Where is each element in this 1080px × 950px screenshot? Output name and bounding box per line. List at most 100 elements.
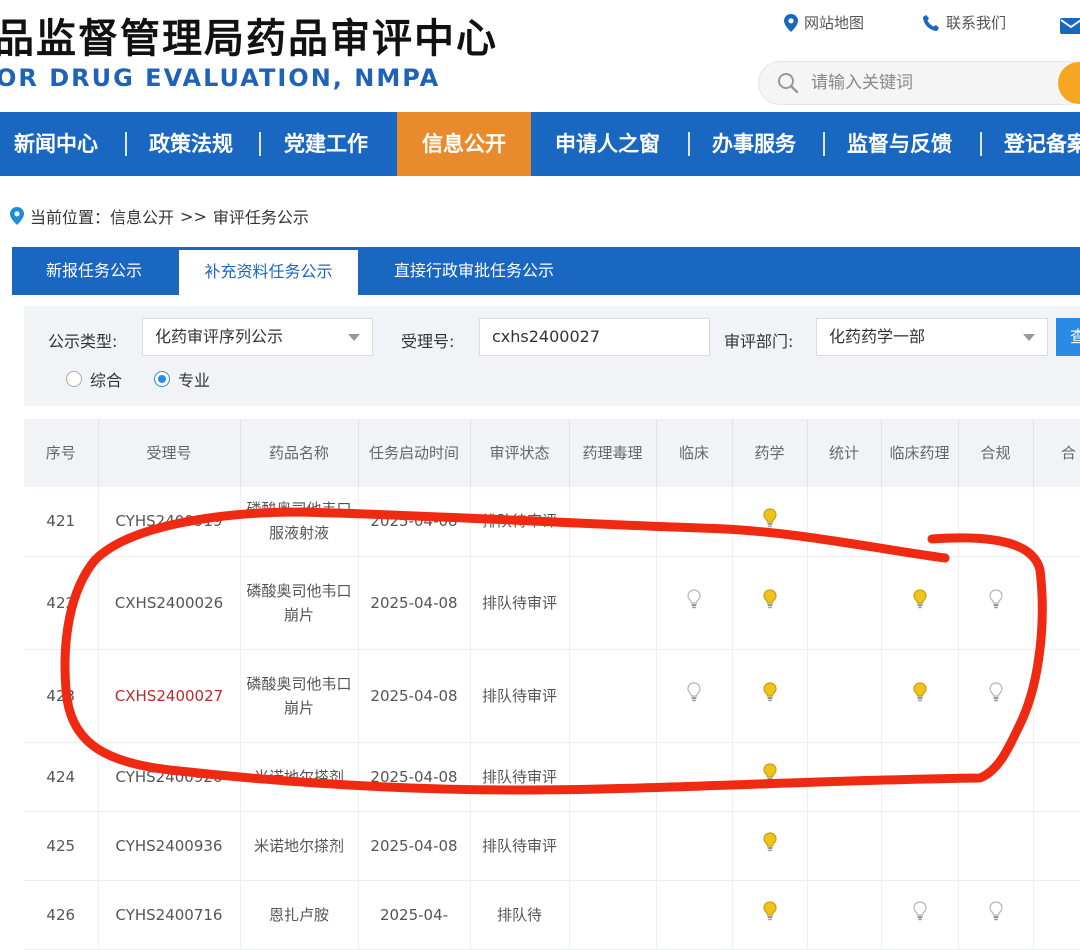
nav-item-info-public[interactable]: 信息公开 bbox=[397, 112, 531, 176]
breadcrumb-separator: >> bbox=[180, 206, 207, 226]
cell-clinical bbox=[656, 649, 733, 743]
lightbulb-on-icon bbox=[762, 763, 777, 790]
cell-drug-name: 恩扎卢胺 bbox=[240, 880, 359, 950]
col-header-no: 序号 bbox=[24, 419, 99, 487]
cell-extra bbox=[1033, 742, 1080, 812]
site-title-cn: 品监督管理局药品审评中心 bbox=[0, 16, 498, 62]
cell-start-time: 2025-04-08 bbox=[358, 742, 471, 812]
col-header-start-time: 任务启动时间 bbox=[358, 419, 471, 487]
cell-accept-no[interactable]: CYHS2400936 bbox=[98, 811, 241, 881]
col-header-status: 审评状态 bbox=[470, 419, 570, 487]
cell-drug-name: 米诺地尔搽剂 bbox=[240, 742, 359, 812]
nav-divider bbox=[688, 132, 690, 156]
nav-divider bbox=[823, 132, 825, 156]
nav-item-policy[interactable]: 政策法规 bbox=[149, 112, 233, 176]
lightbulb-on-icon bbox=[762, 832, 777, 859]
cell-no: 425 bbox=[24, 811, 99, 881]
cell-compliance bbox=[958, 880, 1034, 950]
breadcrumb: 当前位置： 信息公开 >> 审评任务公示 bbox=[10, 204, 309, 228]
sitemap-link[interactable]: 网站地图 bbox=[784, 12, 864, 33]
breadcrumb-current: 审评任务公示 bbox=[212, 208, 309, 227]
cell-statistics bbox=[807, 556, 882, 650]
chevron-down-icon bbox=[1023, 334, 1035, 341]
radio-general-label: 综合 bbox=[90, 371, 123, 390]
table-row: 425 CYHS2400936 米诺地尔搽剂 2025-04-08 排队待审评 bbox=[24, 811, 1080, 881]
cell-pharmacy bbox=[732, 880, 808, 950]
table-row: 424 CYHS2400926 米诺地尔搽剂 2025-04-08 排队待审评 bbox=[24, 742, 1080, 812]
contact-link[interactable]: 联系我们 bbox=[922, 12, 1006, 33]
type-select[interactable]: 化药审评序列公示 bbox=[142, 318, 373, 356]
cell-extra bbox=[1033, 649, 1080, 743]
cell-compliance bbox=[958, 487, 1034, 557]
radio-general[interactable]: 综合 bbox=[66, 367, 122, 391]
cell-compliance bbox=[958, 742, 1034, 812]
nav-item-applicant[interactable]: 申请人之窗 bbox=[555, 112, 660, 176]
breadcrumb-info-public[interactable]: 信息公开 bbox=[110, 204, 174, 228]
sitemap-label: 网站地图 bbox=[804, 14, 865, 32]
cell-no: 421 bbox=[24, 487, 99, 557]
cell-extra bbox=[1033, 811, 1080, 881]
type-label: 公示类型: bbox=[48, 332, 118, 351]
col-header-pharmacy: 药学 bbox=[732, 419, 808, 487]
tab-new-submission[interactable]: 新报任务公示 bbox=[46, 247, 142, 295]
radio-special[interactable]: 专业 bbox=[154, 367, 210, 391]
lightbulb-off-icon bbox=[988, 589, 1003, 616]
cell-accept-no[interactable]: CYHS2400919 bbox=[98, 487, 241, 557]
cell-accept-no[interactable]: CXHS2400027 bbox=[98, 649, 241, 743]
cell-start-time: 2025-04-08 bbox=[358, 487, 471, 557]
site-title-en: OR DRUG EVALUATION, NMPA bbox=[0, 64, 441, 92]
cell-pharm-tox bbox=[569, 487, 657, 557]
cell-no: 426 bbox=[24, 880, 99, 950]
lightbulb-on-icon bbox=[912, 682, 927, 709]
dept-label: 审评部门: bbox=[724, 332, 794, 351]
table-header-row: 序号 受理号 药品名称 任务启动时间 审评状态 药理毒理 临床 药学 统计 临床… bbox=[24, 419, 1080, 487]
cell-extra bbox=[1033, 880, 1080, 950]
cell-status: 排队待 bbox=[470, 880, 570, 950]
lightbulb-off-icon bbox=[687, 682, 701, 709]
query-button[interactable]: 查 bbox=[1056, 318, 1080, 356]
nav-divider bbox=[259, 132, 261, 156]
cell-accept-no[interactable]: CYHS2400926 bbox=[98, 742, 241, 812]
cell-status: 排队待审评 bbox=[470, 556, 570, 650]
col-header-statistics: 统计 bbox=[807, 419, 882, 487]
mail-icon[interactable] bbox=[1060, 18, 1080, 34]
cell-accept-no[interactable]: CXHS2400026 bbox=[98, 556, 241, 650]
col-header-compliance: 合规 bbox=[958, 419, 1034, 487]
nav-item-news[interactable]: 新闻中心 bbox=[14, 112, 98, 176]
lightbulb-on-icon bbox=[912, 589, 927, 616]
search-input[interactable] bbox=[809, 62, 1053, 104]
cell-drug-name: 磷酸奥司他韦口崩片 bbox=[240, 649, 359, 743]
cell-no: 423 bbox=[24, 649, 99, 743]
cell-clin-pharm bbox=[881, 742, 959, 812]
cell-statistics bbox=[807, 649, 882, 743]
cell-drug-name: 磷酸奥司他韦口崩片 bbox=[240, 556, 359, 650]
dept-select[interactable]: 化药药学一部 bbox=[816, 318, 1048, 356]
tab-direct-approval[interactable]: 直接行政审批任务公示 bbox=[394, 247, 554, 295]
accept-no-value: cxhs2400027 bbox=[492, 327, 600, 346]
accept-no-label: 受理号: bbox=[401, 332, 455, 351]
radio-circle-checked bbox=[154, 371, 170, 387]
cell-start-time: 2025-04-08 bbox=[358, 556, 471, 650]
cell-accept-no[interactable]: CYHS2400716 bbox=[98, 880, 241, 950]
cell-start-time: 2025-04-08 bbox=[358, 811, 471, 881]
cell-clinical bbox=[656, 880, 733, 950]
cell-clin-pharm bbox=[881, 649, 959, 743]
nav-divider bbox=[980, 132, 982, 156]
cell-extra bbox=[1033, 556, 1080, 650]
cell-clinical bbox=[656, 487, 733, 557]
cell-pharmacy bbox=[732, 556, 808, 650]
cell-clinical bbox=[656, 811, 733, 881]
accept-no-input[interactable]: cxhs2400027 bbox=[479, 318, 710, 356]
lightbulb-off-icon bbox=[988, 901, 1003, 928]
lightbulb-on-icon bbox=[762, 901, 777, 928]
tab-supplementary[interactable]: 补充资料任务公示 bbox=[179, 247, 358, 295]
cell-statistics bbox=[807, 880, 882, 950]
cell-drug-name: 磷酸奥司他韦口服液射液 bbox=[240, 487, 359, 557]
cell-pharmacy bbox=[732, 811, 808, 881]
nav-item-feedback[interactable]: 监督与反馈 bbox=[847, 112, 952, 176]
cell-pharmacy bbox=[732, 742, 808, 812]
nav-item-party[interactable]: 党建工作 bbox=[284, 112, 368, 176]
nav-item-registration[interactable]: 登记备案 bbox=[1004, 112, 1080, 176]
location-pin-icon bbox=[10, 207, 24, 225]
nav-item-services[interactable]: 办事服务 bbox=[712, 112, 796, 176]
